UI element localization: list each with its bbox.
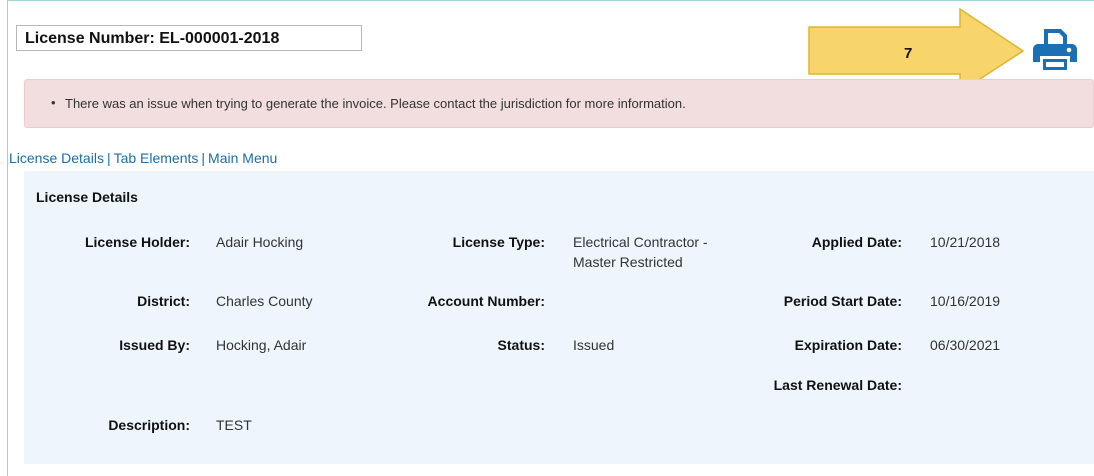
value-period-start-date: 10/16/2019	[930, 293, 1001, 309]
value-description: TEST	[216, 417, 252, 433]
value-expiration-date: 06/30/2021	[930, 337, 1001, 353]
link-tab-elements[interactable]: Tab Elements	[114, 150, 199, 166]
printer-icon[interactable]	[1032, 26, 1078, 72]
alert-bullet: •	[51, 95, 56, 110]
label-license-type: License Type:	[452, 234, 545, 250]
license-details-panel: License Details License Holder: Adair Ho…	[24, 171, 1094, 464]
label-description: Description:	[108, 417, 190, 433]
link-main-menu[interactable]: Main Menu	[208, 150, 277, 166]
error-alert: • There was an issue when trying to gene…	[24, 79, 1094, 128]
label-license-holder: License Holder:	[84, 234, 190, 250]
label-applied-date: Applied Date:	[811, 234, 902, 250]
label-status: Status:	[497, 337, 545, 353]
link-license-details[interactable]: License Details	[9, 150, 104, 166]
link-separator: |	[106, 150, 111, 166]
annotation-number: 7	[904, 45, 913, 62]
value-applied-date: 10/21/2018	[930, 234, 1001, 250]
label-period-start-date: Period Start Date:	[783, 293, 902, 309]
link-separator: |	[201, 150, 206, 166]
value-issued-by: Hocking, Adair	[216, 337, 307, 353]
label-issued-by: Issued By:	[119, 337, 190, 353]
label-account-number: Account Number:	[427, 293, 545, 309]
panel-title: License Details	[36, 189, 138, 205]
breadcrumb-links: License Details | Tab Elements | Main Menu	[9, 150, 277, 166]
value-license-type-line2: Master Restricted	[573, 254, 683, 270]
alert-message: There was an issue when trying to genera…	[65, 96, 686, 111]
label-district: District:	[137, 293, 190, 309]
value-license-holder: Adair Hocking	[216, 234, 304, 250]
label-expiration-date: Expiration Date:	[794, 337, 902, 353]
license-number-title: License Number: EL-000001-2018	[16, 25, 362, 51]
value-status: Issued	[573, 337, 615, 353]
value-district: Charles County	[216, 293, 313, 309]
label-last-renewal-date: Last Renewal Date:	[773, 377, 902, 393]
value-license-type-line1: Electrical Contractor -	[573, 234, 708, 250]
